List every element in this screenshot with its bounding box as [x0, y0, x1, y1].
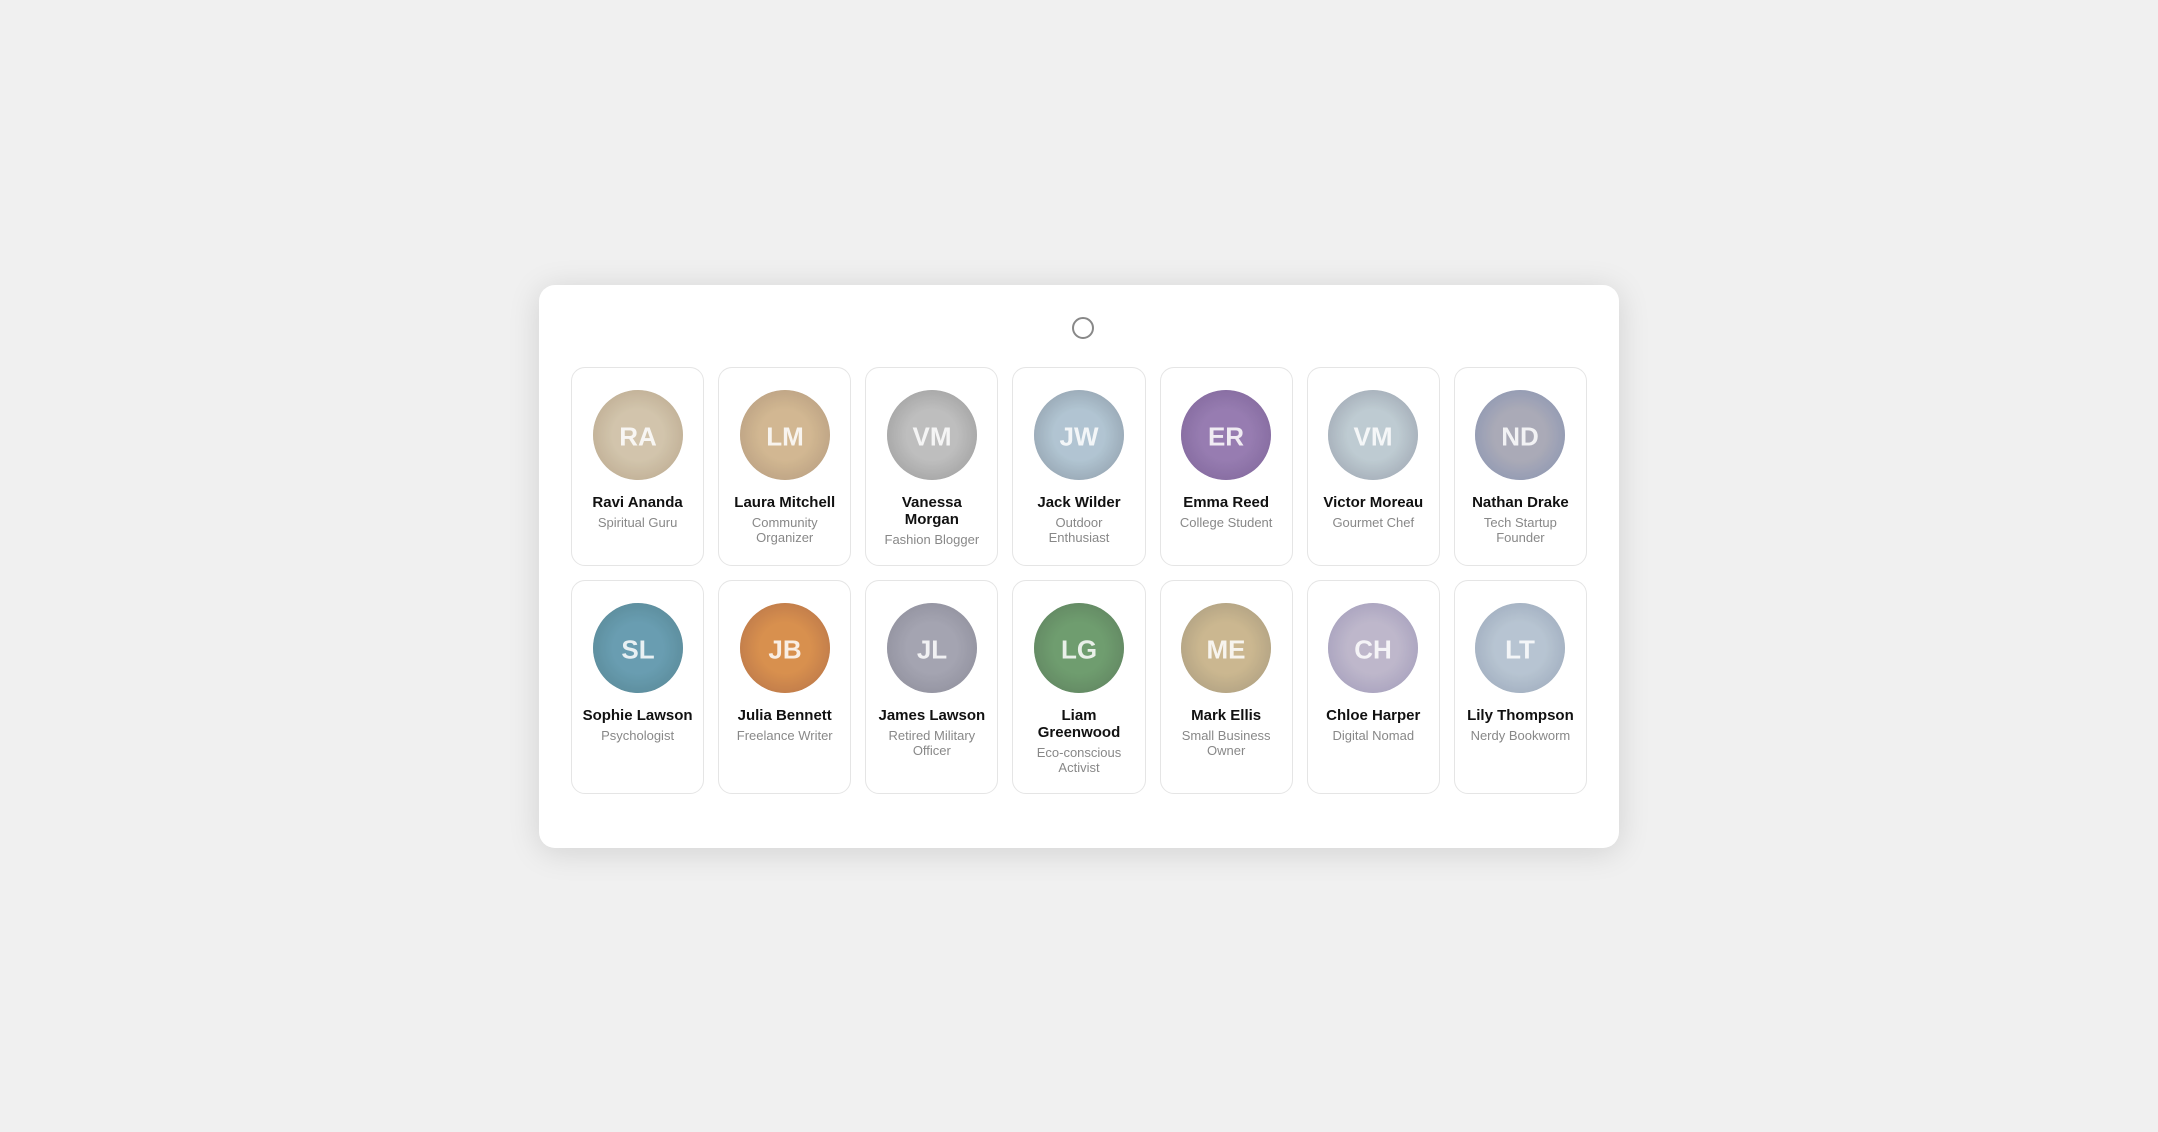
- avatar-laura: LM: [740, 390, 830, 480]
- speaker-card-lily[interactable]: LT Lily Thompson Nerdy Bookworm: [1454, 580, 1587, 794]
- speaker-role-lily: Nerdy Bookworm: [1471, 728, 1571, 743]
- speaker-role-victor: Gourmet Chef: [1332, 515, 1414, 530]
- speaker-card-julia[interactable]: JB Julia Bennett Freelance Writer: [718, 580, 851, 794]
- speaker-card-ravi[interactable]: RA Ravi Ananda Spiritual Guru: [571, 367, 704, 566]
- avatar-julia: JB: [740, 603, 830, 693]
- speaker-name-jack: Jack Wilder: [1037, 494, 1120, 511]
- speaker-name-mark: Mark Ellis: [1191, 707, 1261, 724]
- speaker-card-vanessa[interactable]: VM Vanessa Morgan Fashion Blogger: [865, 367, 998, 566]
- speaker-role-mark: Small Business Owner: [1171, 728, 1282, 758]
- avatar-nathan: ND: [1475, 390, 1565, 480]
- svg-text:JL: JL: [917, 634, 947, 664]
- svg-text:ME: ME: [1207, 634, 1246, 664]
- speaker-card-liam[interactable]: LG Liam Greenwood Eco-conscious Activist: [1012, 580, 1145, 794]
- speaker-card-nathan[interactable]: ND Nathan Drake Tech Startup Founder: [1454, 367, 1587, 566]
- modal-title: [571, 317, 1587, 339]
- avatar-chloe: CH: [1328, 603, 1418, 693]
- speaker-name-lily: Lily Thompson: [1467, 707, 1574, 724]
- speaker-role-nathan: Tech Startup Founder: [1465, 515, 1576, 545]
- svg-text:CH: CH: [1354, 634, 1392, 664]
- speaker-name-ravi: Ravi Ananda: [592, 494, 682, 511]
- svg-text:JW: JW: [1059, 421, 1098, 451]
- speaker-card-mark[interactable]: ME Mark Ellis Small Business Owner: [1160, 580, 1293, 794]
- svg-text:ER: ER: [1208, 421, 1244, 451]
- speaker-role-chloe: Digital Nomad: [1332, 728, 1414, 743]
- speaker-card-sophie[interactable]: SL Sophie Lawson Psychologist: [571, 580, 704, 794]
- svg-text:LG: LG: [1061, 634, 1097, 664]
- svg-text:LT: LT: [1505, 634, 1535, 664]
- svg-text:VM: VM: [912, 421, 951, 451]
- speaker-name-james: James Lawson: [878, 707, 985, 724]
- avatar-sophie: SL: [593, 603, 683, 693]
- avatar-james: JL: [887, 603, 977, 693]
- speaker-name-liam: Liam Greenwood: [1023, 707, 1134, 741]
- svg-text:ND: ND: [1502, 421, 1540, 451]
- svg-text:VM: VM: [1354, 421, 1393, 451]
- avatar-liam: LG: [1034, 603, 1124, 693]
- speaker-card-jack[interactable]: JW Jack Wilder Outdoor Enthusiast: [1012, 367, 1145, 566]
- avatar-vanessa: VM: [887, 390, 977, 480]
- speaker-card-victor[interactable]: VM Victor Moreau Gourmet Chef: [1307, 367, 1440, 566]
- speaker-name-nathan: Nathan Drake: [1472, 494, 1569, 511]
- speakers-grid-row1: RA Ravi Ananda Spiritual Guru LM Laura Mi…: [571, 367, 1587, 566]
- speaker-card-james[interactable]: JL James Lawson Retired Military Officer: [865, 580, 998, 794]
- speaker-modal: RA Ravi Ananda Spiritual Guru LM Laura Mi…: [539, 285, 1619, 848]
- speaker-name-victor: Victor Moreau: [1323, 494, 1423, 511]
- speaker-name-chloe: Chloe Harper: [1326, 707, 1420, 724]
- speaker-card-emma[interactable]: ER Emma Reed College Student: [1160, 367, 1293, 566]
- svg-text:JB: JB: [768, 634, 801, 664]
- svg-text:SL: SL: [621, 634, 654, 664]
- svg-text:LM: LM: [766, 421, 804, 451]
- avatar-victor: VM: [1328, 390, 1418, 480]
- speaker-name-sophie: Sophie Lawson: [583, 707, 693, 724]
- speaker-role-julia: Freelance Writer: [737, 728, 833, 743]
- speaker-name-emma: Emma Reed: [1183, 494, 1269, 511]
- speaker-role-sophie: Psychologist: [601, 728, 674, 743]
- speaker-role-jack: Outdoor Enthusiast: [1023, 515, 1134, 545]
- avatar-mark: ME: [1181, 603, 1271, 693]
- speaker-role-liam: Eco-conscious Activist: [1023, 745, 1134, 775]
- avatar-jack: JW: [1034, 390, 1124, 480]
- speaker-card-laura[interactable]: LM Laura Mitchell Community Organizer: [718, 367, 851, 566]
- avatar-emma: ER: [1181, 390, 1271, 480]
- speaker-name-julia: Julia Bennett: [738, 707, 832, 724]
- speaker-role-vanessa: Fashion Blogger: [885, 532, 980, 547]
- speaker-name-laura: Laura Mitchell: [734, 494, 835, 511]
- svg-text:RA: RA: [619, 421, 657, 451]
- speaker-role-emma: College Student: [1180, 515, 1273, 530]
- speaker-role-laura: Community Organizer: [729, 515, 840, 545]
- speaker-role-ravi: Spiritual Guru: [598, 515, 677, 530]
- help-icon[interactable]: [1072, 317, 1094, 339]
- avatar-ravi: RA: [593, 390, 683, 480]
- speaker-card-chloe[interactable]: CH Chloe Harper Digital Nomad: [1307, 580, 1440, 794]
- avatar-lily: LT: [1475, 603, 1565, 693]
- speakers-grid-row2: SL Sophie Lawson Psychologist JB Julia Be…: [571, 580, 1587, 794]
- speaker-role-james: Retired Military Officer: [876, 728, 987, 758]
- speaker-name-vanessa: Vanessa Morgan: [876, 494, 987, 528]
